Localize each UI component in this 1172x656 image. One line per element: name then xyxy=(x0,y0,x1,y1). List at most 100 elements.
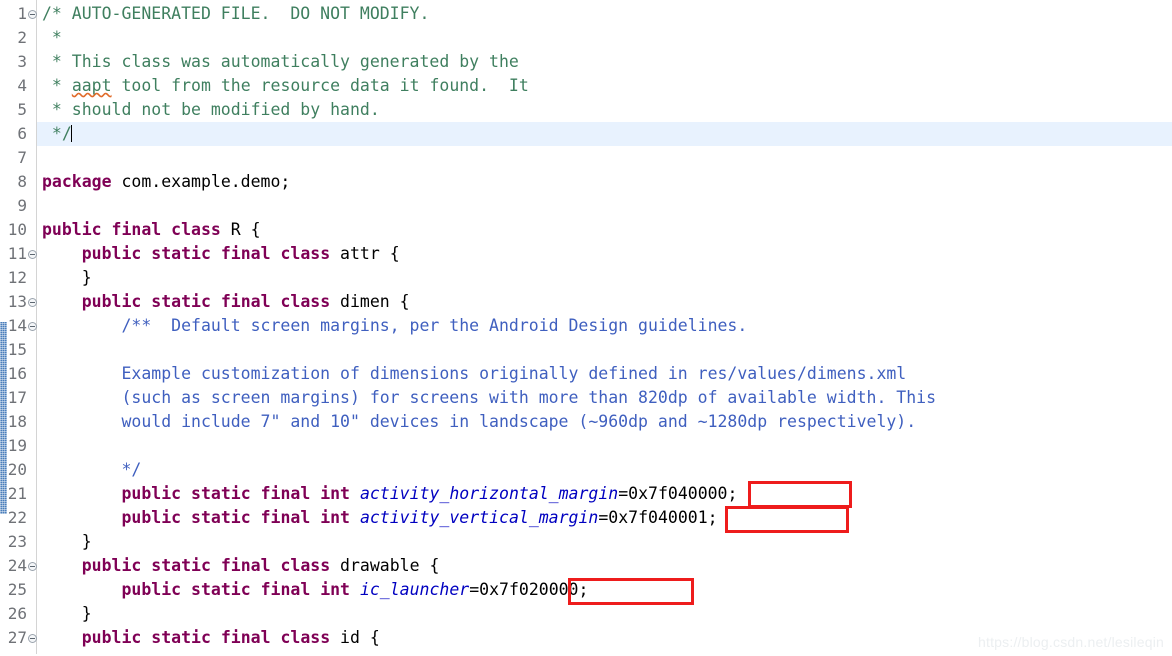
code-token-comment: /* AUTO-GENERATED FILE. DO NOT MODIFY. xyxy=(42,4,430,23)
line-number: 25 xyxy=(7,580,27,599)
gutter-line[interactable]: 6 xyxy=(0,122,37,146)
code-token-keyword: int xyxy=(320,580,350,599)
code-line[interactable] xyxy=(37,434,1172,458)
code-token-comment: * xyxy=(42,76,72,95)
gutter-line[interactable]: 25 xyxy=(0,578,37,602)
fold-collapse-icon[interactable] xyxy=(28,322,37,331)
code-token-comment: aapt xyxy=(71,76,112,95)
code-line[interactable]: public static final class attr { xyxy=(37,242,1172,266)
line-number: 6 xyxy=(17,124,27,143)
code-editor[interactable]: /* AUTO-GENERATED FILE. DO NOT MODIFY. *… xyxy=(0,0,1172,654)
code-token-keyword: public xyxy=(121,508,182,527)
line-number: 7 xyxy=(17,148,27,167)
code-line[interactable]: * xyxy=(37,26,1172,50)
code-line[interactable]: /** Default screen margins, per the Andr… xyxy=(37,314,1172,338)
gutter-line[interactable]: 4 xyxy=(0,74,37,98)
code-token-plain: =0x7f040000; xyxy=(618,484,738,503)
gutter-line[interactable]: 9 xyxy=(0,194,37,218)
gutter-line[interactable]: 1 xyxy=(0,2,37,26)
gutter-line[interactable]: 12 xyxy=(0,266,37,290)
code-line[interactable]: would include 7" and 10" devices in land… xyxy=(37,410,1172,434)
gutter-line[interactable]: 7 xyxy=(0,146,37,170)
code-line[interactable]: public static final int ic_launcher=0x7f… xyxy=(37,578,1172,602)
gutter-line[interactable]: 3 xyxy=(0,50,37,74)
gutter-line[interactable]: 26 xyxy=(0,602,37,626)
code-line[interactable]: * should not be modified by hand. xyxy=(37,98,1172,122)
gutter-line[interactable]: 21 xyxy=(0,482,37,506)
code-content-area[interactable]: /* AUTO-GENERATED FILE. DO NOT MODIFY. *… xyxy=(37,2,1172,656)
code-token-comment: * xyxy=(42,28,62,47)
gutter-line[interactable]: 14 xyxy=(0,314,37,338)
line-number: 4 xyxy=(17,76,27,95)
gutter-line-list: 1 2 3 4 5 6 7 8 9 10 11 12 13 14 15 16 17 18 19 20 21 22 23 24 2… xyxy=(0,2,37,650)
code-token-keyword: class xyxy=(280,556,331,575)
line-number: 20 xyxy=(7,460,27,479)
code-token-comment: * This class was automatically generated… xyxy=(42,52,519,71)
code-line[interactable]: public static final class drawable { xyxy=(37,554,1172,578)
code-token-plain: com.example.demo; xyxy=(111,172,291,191)
line-number: 9 xyxy=(17,196,27,215)
gutter-line[interactable]: 19 xyxy=(0,434,37,458)
line-number: 2 xyxy=(17,28,27,47)
code-line[interactable]: */ xyxy=(37,458,1172,482)
gutter-line[interactable]: 17 xyxy=(0,386,37,410)
gutter-line[interactable]: 22 xyxy=(0,506,37,530)
code-line[interactable] xyxy=(37,146,1172,170)
code-line[interactable]: } xyxy=(37,602,1172,626)
code-line[interactable]: * This class was automatically generated… xyxy=(37,50,1172,74)
code-line[interactable]: } xyxy=(37,266,1172,290)
code-line[interactable]: * aapt tool from the resource data it fo… xyxy=(37,74,1172,98)
gutter-line[interactable]: 15 xyxy=(0,338,37,362)
code-token-keyword: public xyxy=(121,580,182,599)
code-line[interactable]: package com.example.demo; xyxy=(37,170,1172,194)
fold-collapse-icon[interactable] xyxy=(28,10,37,19)
gutter-line[interactable]: 27 xyxy=(0,626,37,650)
gutter-line[interactable]: 23 xyxy=(0,530,37,554)
code-line[interactable]: (such as screen margins) for screens wit… xyxy=(37,386,1172,410)
code-token-javadoc: Example customization of dimensions orig… xyxy=(42,364,907,383)
code-line[interactable]: public final class R { xyxy=(37,218,1172,242)
gutter-line[interactable]: 8 xyxy=(0,170,37,194)
code-line[interactable]: public static final int activity_horizon… xyxy=(37,482,1172,506)
gutter-line[interactable]: 13 xyxy=(0,290,37,314)
code-token-keyword: public xyxy=(81,628,142,647)
code-token-plain: drawable { xyxy=(330,556,440,575)
code-line[interactable]: /* AUTO-GENERATED FILE. DO NOT MODIFY. xyxy=(37,2,1172,26)
code-line[interactable]: Example customization of dimensions orig… xyxy=(37,362,1172,386)
code-token-keyword: final xyxy=(220,292,271,311)
line-number: 3 xyxy=(17,52,27,71)
gutter-line[interactable]: 2 xyxy=(0,26,37,50)
gutter-line[interactable]: 11 xyxy=(0,242,37,266)
code-line[interactable] xyxy=(37,338,1172,362)
code-token-plain: } xyxy=(42,604,92,623)
code-line[interactable]: public static final class dimen { xyxy=(37,290,1172,314)
code-line[interactable]: */ xyxy=(37,122,1172,146)
line-number: 17 xyxy=(7,388,27,407)
code-token-keyword: class xyxy=(280,244,331,263)
code-token-keyword: static xyxy=(151,628,211,647)
code-line[interactable]: } xyxy=(37,530,1172,554)
gutter-line[interactable]: 10 xyxy=(0,218,37,242)
gutter-line[interactable]: 18 xyxy=(0,410,37,434)
code-token-keyword: static xyxy=(151,244,211,263)
code-token-keyword: static xyxy=(191,484,251,503)
code-line[interactable] xyxy=(37,194,1172,218)
fold-collapse-icon[interactable] xyxy=(28,634,37,643)
code-line[interactable]: public static final int activity_vertica… xyxy=(37,506,1172,530)
fold-collapse-icon[interactable] xyxy=(28,250,37,259)
gutter-line[interactable]: 5 xyxy=(0,98,37,122)
code-token-keyword: final xyxy=(260,580,311,599)
fold-collapse-icon[interactable] xyxy=(28,298,37,307)
gutter-line[interactable]: 16 xyxy=(0,362,37,386)
fold-collapse-icon[interactable] xyxy=(28,562,37,571)
code-token-javadoc: would include 7" and 10" devices in land… xyxy=(42,412,917,431)
code-token-keyword: static xyxy=(191,580,251,599)
gutter-line[interactable]: 24 xyxy=(0,554,37,578)
gutter-line[interactable]: 20 xyxy=(0,458,37,482)
code-token-keyword: public xyxy=(81,244,142,263)
